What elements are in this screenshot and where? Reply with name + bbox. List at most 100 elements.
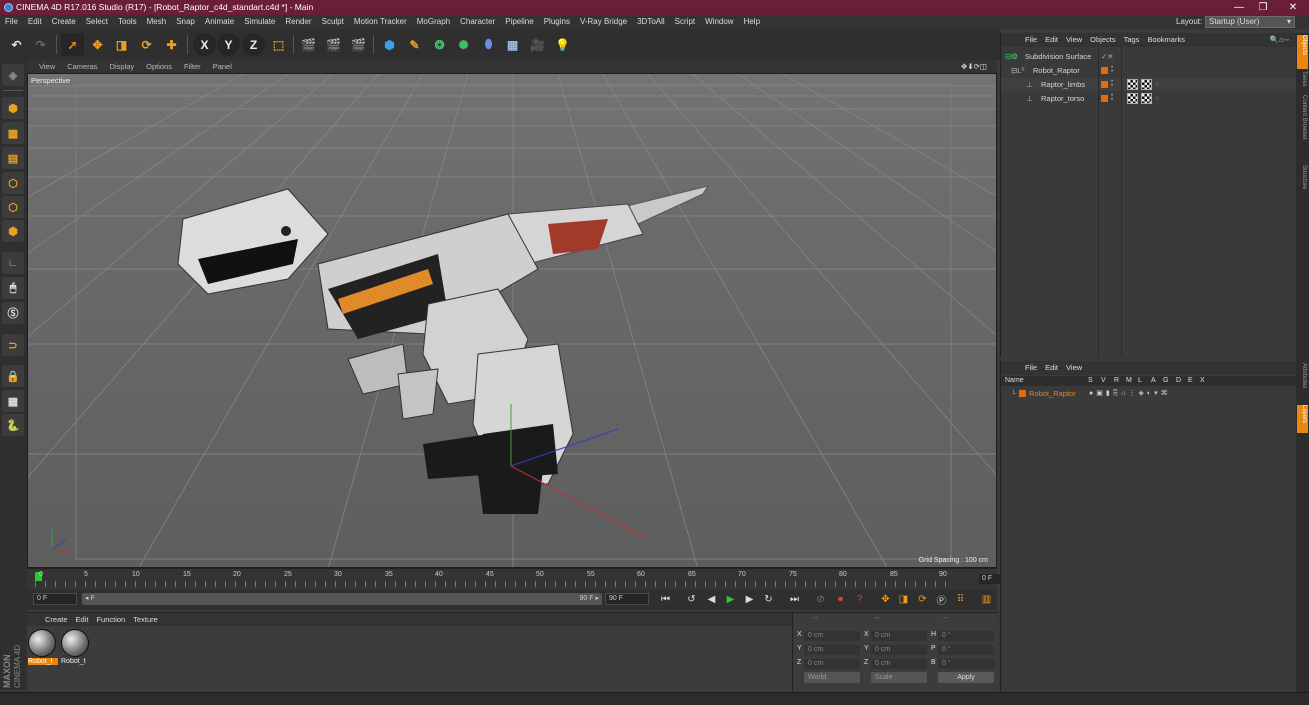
spline-pen-icon[interactable]: ✎ [403,33,426,56]
preview-range-slider[interactable]: ◂ F 90 F ▸ [82,593,602,605]
render-settings-icon[interactable]: 🎬 [347,33,370,56]
tab-content-browser[interactable]: Content Browser [1297,95,1308,163]
scale-icon[interactable]: ◨ [110,33,133,56]
tab-takes[interactable]: Takes [1297,71,1308,93]
menu-motion-tracker[interactable]: Motion Tracker [349,15,412,29]
material-swatch[interactable]: Robot_t [61,629,91,669]
edges-mode-icon[interactable]: ⬡ [2,196,24,218]
size-y-field[interactable]: 0 cm [871,645,927,655]
cube-primitive-icon[interactable]: ⬢ [378,33,401,56]
object-row[interactable]: ⊟L⁰ Robot_Raptor • • [1001,64,1297,77]
material-menu-texture[interactable]: Texture [129,613,162,626]
key-pla-icon[interactable]: ⠿ [952,591,969,608]
size-mode-select[interactable]: Scale [871,672,927,683]
om-search-icon[interactable]: 🔍⌂◦◦ [1266,33,1293,47]
move-icon[interactable]: ✥ [86,33,109,56]
layer-flag-icons[interactable]: ●▣▮⎘⌂⋮◈◐▾⌘ [1089,387,1171,400]
menu-tools[interactable]: Tools [113,15,142,29]
axis-mode-icon[interactable]: ∟ [2,252,24,274]
start-frame-field[interactable]: 0 F [33,593,77,605]
robot-raptor-model[interactable] [177,185,710,540]
om-menu-bookmarks[interactable]: Bookmarks [1143,33,1189,47]
viewport-menu-filter[interactable]: Filter [178,60,207,73]
rotate-icon[interactable]: ⟳ [135,33,158,56]
object-row[interactable]: ⊟❂ Subdivision Surface ✓✕ [1001,50,1297,63]
material-menu-edit[interactable]: Edit [72,613,93,626]
key-position-icon[interactable]: ✥ [877,591,894,608]
size-z-field[interactable]: 0 cm [871,659,927,669]
menu-plugins[interactable]: Plugins [539,15,575,29]
layer-color-swatch[interactable] [1019,390,1026,397]
record-keys-icon[interactable]: ⊘ [812,591,829,608]
layer-color-swatch[interactable] [1101,95,1108,102]
menu-mesh[interactable]: Mesh [142,15,172,29]
key-scale-icon[interactable]: ◨ [895,591,912,608]
subdivision-surface-icon[interactable]: ❂ [428,33,451,56]
make-editable-icon[interactable]: ◈ [2,64,24,86]
viewport-menu-cameras[interactable]: Cameras [61,60,103,73]
tab-objects[interactable]: Objects [1297,35,1308,69]
selection-tag-icon[interactable]: ⁘ [1154,92,1160,105]
menu-sculpt[interactable]: Sculpt [317,15,349,29]
next-frame-icon[interactable]: ▶ [741,591,758,608]
tab-attributes[interactable]: Attributes [1297,363,1308,403]
position-z-field[interactable]: 0 cm [804,659,860,669]
live-selection-icon[interactable]: ➚ [61,33,84,56]
om-menu-file[interactable]: File [1015,33,1041,47]
object-enable-icon[interactable]: ✓✕ [1101,50,1114,63]
points-mode-icon[interactable]: ⬡ [2,172,24,194]
om-menu-view[interactable]: View [1062,33,1086,47]
viewport-nav-icons[interactable]: ✥⬇⟳◫ [955,60,993,73]
python-icon[interactable]: 🐍 [2,414,24,436]
om-menu-tags[interactable]: Tags [1120,33,1144,47]
key-parameter-icon[interactable]: Ⓟ [933,591,950,608]
menu-script[interactable]: Script [670,15,700,29]
snapping-icon[interactable]: Ⓢ [2,302,24,324]
tab-structure[interactable]: Structure [1297,165,1308,205]
layer-row[interactable]: └ Robot_Raptor ●▣▮⎘⌂⋮◈◐▾⌘ [1001,387,1297,400]
menu-simulate[interactable]: Simulate [239,15,280,29]
play-icon[interactable]: ▶ [722,591,739,608]
autokey-icon[interactable]: ⏺ [832,591,849,608]
menu-select[interactable]: Select [81,15,113,29]
viewport-menu-view[interactable]: View [27,60,61,73]
y-axis-lock-button[interactable]: Y [217,33,240,56]
material-menu-create[interactable]: Create [41,613,72,626]
menu-animate[interactable]: Animate [200,15,239,29]
light-icon[interactable]: 💡 [551,33,574,56]
z-axis-lock-button[interactable]: Z [242,33,265,56]
texture-tag-icon[interactable] [1127,79,1138,90]
floor-icon[interactable]: ▦ [501,33,524,56]
add-icon[interactable]: ✚ [160,33,183,56]
material-swatch[interactable]: Robot_l [28,629,58,669]
material-tag-icon[interactable] [1141,79,1152,90]
apply-button[interactable]: Apply [938,672,994,683]
key-rotation-icon[interactable]: ⟳ [914,591,931,608]
menu-file[interactable]: File [0,15,23,29]
menu-mograph[interactable]: MoGraph [412,15,455,29]
prev-frame-icon[interactable]: ◀ [703,591,720,608]
workplane-mode-icon[interactable]: ▤ [2,147,24,169]
viewport-menu-options[interactable]: Options [140,60,178,73]
coordinate-space-select[interactable]: World [804,672,860,683]
object-row[interactable]: ⟂ Raptor_limbs • • ⁘ [1001,78,1297,91]
timeline-ruler[interactable]: 0 5 10 15 20 25 30 35 40 45 50 55 60 65 … [27,568,1023,590]
menu-pipeline[interactable]: Pipeline [500,15,538,29]
om-menu-edit[interactable]: Edit [1041,33,1062,47]
material-tag-icon[interactable] [1141,93,1152,104]
layer-color-swatch[interactable] [1101,81,1108,88]
close-button[interactable]: ✕ [1279,0,1307,15]
end-frame-field[interactable]: 90 F [605,593,649,605]
position-y-field[interactable]: 0 cm [804,645,860,655]
position-x-field[interactable]: 0 cm [804,631,860,641]
rotation-h-field[interactable]: 0 ° [938,631,994,641]
object-row[interactable]: ⟂ Raptor_torso • • ⁘ [1001,92,1297,105]
x-axis-lock-button[interactable]: X [193,33,216,56]
perspective-viewport[interactable]: Perspective Grid Spacing : 100 cm [27,73,997,568]
layer-color-swatch[interactable] [1101,67,1108,74]
maximize-button[interactable]: ❐ [1249,0,1277,15]
next-key-icon[interactable]: ↻ [760,591,777,608]
rotation-b-field[interactable]: 0 ° [938,659,994,669]
visibility-dots[interactable]: • • [1111,65,1115,75]
menu-help[interactable]: Help [739,15,765,29]
